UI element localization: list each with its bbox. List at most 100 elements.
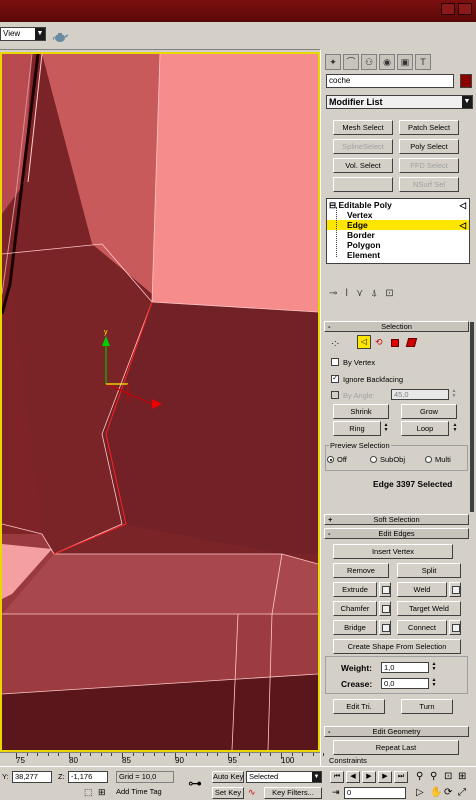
crease-spinner[interactable]: ▲ ▼ xyxy=(431,678,437,689)
stack-toolbar-icons[interactable]: ⊸ǀ⋎⍋⊡ xyxy=(329,288,402,299)
polygon-mode-icon[interactable] xyxy=(391,339,399,347)
vol-select-button[interactable]: Vol. Select xyxy=(333,158,393,173)
insert-vertex-button[interactable]: Insert Vertex xyxy=(333,544,453,559)
current-frame-field[interactable]: 0 xyxy=(344,787,406,799)
previous-frame-icon[interactable]: ◀ xyxy=(346,771,360,783)
zoom-all-icon[interactable]: ⚲ xyxy=(430,771,437,782)
turn-button[interactable]: Turn xyxy=(401,699,453,714)
loop-button[interactable]: Loop xyxy=(401,421,449,436)
utilities-tab-icon[interactable]: T xyxy=(415,54,431,70)
crease-input[interactable]: 0,0 xyxy=(381,678,429,689)
pan-icon[interactable]: ✋ xyxy=(430,787,442,798)
by-angle-input[interactable]: 45,0 xyxy=(391,389,449,400)
ring-spinner[interactable]: ▲ ▼ xyxy=(383,423,389,434)
time-ruler[interactable]: 75 80 85 90 95 100 xyxy=(0,752,325,766)
edit-geometry-rollout-header[interactable]: - Edit Geometry xyxy=(324,726,469,737)
patch-select-button[interactable]: Patch Select xyxy=(399,120,459,135)
modify-tab-icon[interactable]: ⌒ xyxy=(343,54,359,70)
maximize-button[interactable] xyxy=(458,3,472,15)
shrink-button[interactable]: Shrink xyxy=(333,404,389,419)
zoom-extents-icon[interactable]: ⊡ xyxy=(444,771,452,782)
bridge-settings-button[interactable] xyxy=(379,620,391,635)
weight-spinner[interactable]: ▲ ▼ xyxy=(431,662,437,673)
connect-button[interactable]: Connect xyxy=(397,620,447,635)
go-to-end-icon[interactable]: ⏭ xyxy=(394,771,408,783)
absolute-mode-icon[interactable]: ⊞ xyxy=(98,787,106,798)
object-name-field[interactable]: coche xyxy=(326,74,454,88)
stack-root-item[interactable]: ⊟ Editable Poly ◁ xyxy=(327,200,469,210)
play-icon[interactable]: ▶ xyxy=(362,771,376,783)
ring-button[interactable]: Ring xyxy=(333,421,381,436)
field-of-view-icon[interactable]: ▷ xyxy=(416,787,424,798)
element-mode-icon[interactable] xyxy=(405,338,418,347)
key-filters-button[interactable]: Key Filters... xyxy=(264,787,322,799)
teapot-icon[interactable] xyxy=(52,30,69,44)
z-coord-field[interactable]: -1,176 xyxy=(68,771,108,783)
stack-item-border[interactable]: Border xyxy=(327,230,469,240)
set-key-button[interactable]: Set Key xyxy=(212,787,244,799)
connect-settings-button[interactable] xyxy=(449,620,461,635)
edit-edges-rollout-header[interactable]: - Edit Edges xyxy=(324,528,469,539)
perspective-viewport[interactable]: y xyxy=(0,52,320,752)
maximize-viewport-icon[interactable]: ⤢ xyxy=(458,787,466,798)
target-weld-button[interactable]: Target Weld xyxy=(397,601,461,616)
remove-button[interactable]: Remove xyxy=(333,563,389,578)
nsurf-sel-button[interactable]: NSurf Sel xyxy=(399,177,459,192)
grow-button[interactable]: Grow xyxy=(401,404,457,419)
hierarchy-tab-icon[interactable]: ⚇ xyxy=(361,54,377,70)
vertex-mode-icon[interactable]: ·:· xyxy=(331,338,340,348)
selection-rollout-header[interactable]: - Selection xyxy=(324,321,469,332)
border-mode-icon[interactable]: ⟲ xyxy=(375,337,383,348)
create-tab-icon[interactable]: ✦ xyxy=(325,54,341,70)
orbit-icon[interactable]: ⟳ xyxy=(444,787,452,798)
weight-input[interactable]: 1,0 xyxy=(381,662,429,673)
stack-item-edge[interactable]: Edge ◁ xyxy=(327,220,469,230)
extrude-settings-button[interactable] xyxy=(379,582,391,597)
poly-select-button[interactable]: Poly Select xyxy=(399,139,459,154)
soft-selection-rollout-header[interactable]: + Soft Selection xyxy=(324,514,469,525)
add-time-tag-button[interactable]: Add Time Tag xyxy=(116,787,174,799)
object-color-swatch[interactable] xyxy=(460,74,472,88)
next-frame-icon[interactable]: ▶ xyxy=(378,771,392,783)
motion-tab-icon[interactable]: ◉ xyxy=(379,54,395,70)
ignore-backfacing-checkbox[interactable]: ✓ xyxy=(331,375,339,383)
mesh-select-button[interactable]: Mesh Select xyxy=(333,120,393,135)
reference-coordinate-dropdown[interactable]: View ▼ xyxy=(0,27,46,41)
empty-modifier-button[interactable] xyxy=(333,177,393,192)
weld-button[interactable]: Weld xyxy=(397,582,447,597)
modifier-list-dropdown[interactable]: Modifier List ▼ xyxy=(326,95,473,109)
bridge-button[interactable]: Bridge xyxy=(333,620,377,635)
chamfer-button[interactable]: Chamfer xyxy=(333,601,377,616)
repeat-last-button[interactable]: Repeat Last xyxy=(333,740,459,755)
create-shape-button[interactable]: Create Shape From Selection xyxy=(333,639,461,654)
loop-spinner[interactable]: ▲ ▼ xyxy=(452,423,458,434)
split-button[interactable]: Split xyxy=(397,563,461,578)
lock-icon[interactable]: ⬚ xyxy=(84,787,93,798)
weld-settings-button[interactable] xyxy=(449,582,461,597)
splineselect-button[interactable]: SplineSelect xyxy=(333,139,393,154)
panel-scrollbar[interactable] xyxy=(470,322,474,512)
stack-item-polygon[interactable]: Polygon xyxy=(327,240,469,250)
preview-multi-radio[interactable] xyxy=(425,456,432,463)
edit-tri-button[interactable]: Edit Tri. xyxy=(333,699,385,714)
key-mode-toggle-icon[interactable]: ⇥ xyxy=(332,787,340,798)
stack-item-element[interactable]: Element xyxy=(327,250,469,260)
minimize-button[interactable] xyxy=(441,3,455,15)
y-coord-field[interactable]: 38,277 xyxy=(12,771,52,783)
by-angle-checkbox[interactable] xyxy=(331,391,339,399)
ffd-select-button[interactable]: FFD Select xyxy=(399,158,459,173)
auto-key-button[interactable]: Auto Key xyxy=(212,771,244,783)
key-mode-icon[interactable]: ∿ xyxy=(248,787,256,798)
edge-mode-icon[interactable]: ◁ xyxy=(357,335,371,349)
chamfer-settings-button[interactable] xyxy=(379,601,391,616)
zoom-extents-all-icon[interactable]: ⊞ xyxy=(458,771,466,782)
by-angle-spinner[interactable]: ▲ ▼ xyxy=(451,389,457,400)
preview-off-radio[interactable] xyxy=(327,456,334,463)
preview-subobj-radio[interactable] xyxy=(370,456,377,463)
go-to-start-icon[interactable]: ⏮ xyxy=(330,771,344,783)
modifier-stack[interactable]: ⊟ Editable Poly ◁ Vertex Edge ◁ Border Pol… xyxy=(326,198,470,264)
extrude-button[interactable]: Extrude xyxy=(333,582,377,597)
key-icon[interactable]: ⊶ xyxy=(188,775,202,792)
by-vertex-checkbox[interactable] xyxy=(331,358,339,366)
selected-dropdown[interactable]: Selected ▼ xyxy=(246,771,322,783)
